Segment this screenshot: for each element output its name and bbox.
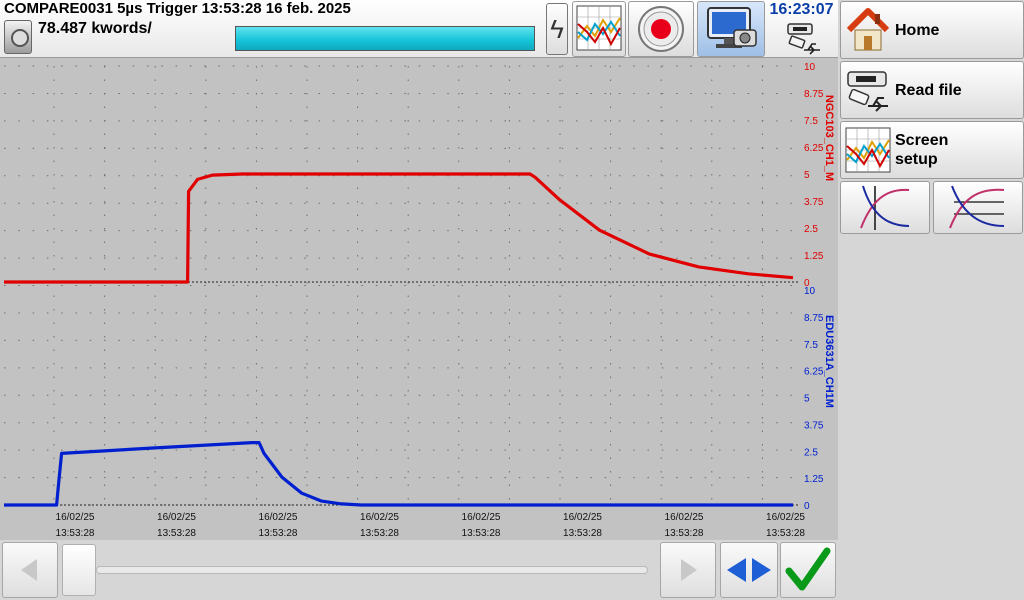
y-tick-label: 7.5	[804, 340, 818, 351]
x-tick-time: 13:53:28	[462, 528, 501, 539]
usb-drive-icon	[847, 71, 888, 112]
x-tick-date: 16/02/25	[665, 512, 704, 523]
y-tick-label: 5	[804, 170, 810, 181]
cursor-mode-button[interactable]	[840, 181, 930, 234]
x-tick-date: 16/02/25	[157, 512, 196, 523]
right-sidebar: Home Read file Screen setup	[838, 0, 1024, 600]
disk-icon	[4, 20, 32, 54]
record-button[interactable]	[628, 1, 694, 57]
bottom-bar	[0, 540, 838, 600]
arrow-right-icon	[681, 559, 697, 581]
x-tick-date: 16/02/25	[56, 512, 95, 523]
y-tick-label: 2.5	[804, 447, 818, 458]
record-icon	[638, 6, 684, 52]
home-icon	[846, 8, 890, 51]
scrollbar-track[interactable]	[96, 566, 648, 574]
home-button[interactable]: Home	[840, 1, 1024, 59]
zoom-curves-icon	[949, 185, 1005, 229]
y-tick-label: 2.5	[804, 224, 818, 235]
x-tick-time: 13:53:28	[259, 528, 298, 539]
app-window: COMPARE0031 5µs Trigger 13:53:28 16 feb.…	[0, 0, 1024, 600]
left-right-arrows-icon	[727, 558, 771, 582]
y-tick-label: 10	[804, 286, 816, 297]
y-tick-label: 1.25	[804, 251, 824, 262]
y-tick-label: 8.75	[804, 313, 824, 324]
read-file-button[interactable]: Read file	[840, 61, 1024, 119]
channel-name-label: NGC103_CH1_M	[823, 95, 835, 181]
x-tick-date: 16/02/25	[360, 512, 399, 523]
screenshot-button[interactable]	[697, 1, 765, 57]
y-tick-label: 8.75	[804, 89, 824, 100]
x-tick-date: 16/02/25	[766, 512, 805, 523]
acquisition-progress-bar	[235, 26, 535, 51]
header-bar: COMPARE0031 5µs Trigger 13:53:28 16 feb.…	[0, 0, 838, 58]
y-tick-label: 5	[804, 394, 810, 405]
cursor-curves-icon	[860, 185, 910, 230]
home-label: Home	[895, 21, 940, 39]
system-clock: 16:23:07	[769, 1, 834, 18]
screenshot-monitor-icon	[707, 7, 757, 48]
y-tick-label: 6.25	[804, 367, 824, 378]
y-tick-label: 3.75	[804, 420, 824, 431]
channel-name-label: EDU3631A_CH1M	[823, 315, 835, 408]
horizontal-shift-button[interactable]	[720, 542, 778, 598]
plot-area[interactable]: 10 8.75 7.5 6.25 5 3.75 2.5 1.25 0 NGC103_CH1_M 10…	[0, 58, 838, 540]
y-tick-label: 7.5	[804, 116, 818, 127]
x-tick-time: 13:53:28	[563, 528, 602, 539]
validate-button[interactable]	[780, 542, 836, 598]
y-tick-label: 1.25	[804, 474, 824, 485]
scrollbar-thumb[interactable]	[62, 544, 96, 596]
x-tick-time: 13:53:28	[665, 528, 704, 539]
y-tick-label: 3.75	[804, 197, 824, 208]
x-tick-date: 16/02/25	[563, 512, 602, 523]
acquisition-title: COMPARE0031 5µs Trigger 13:53:28 16 feb.…	[4, 0, 351, 17]
checkmark-icon	[785, 547, 831, 591]
x-tick-time: 13:53:28	[56, 528, 95, 539]
chart-icon	[576, 5, 622, 51]
scroll-right-button[interactable]	[660, 542, 716, 598]
screen-setup-chart-icon	[845, 127, 891, 173]
read-file-label: Read file	[895, 81, 962, 99]
x-tick-date: 16/02/25	[462, 512, 501, 523]
grid-lines	[4, 65, 798, 506]
arrow-left-icon	[21, 559, 37, 581]
x-tick-time: 13:53:28	[766, 528, 805, 539]
memory-usage-text: 78.487 kwords/	[38, 20, 152, 37]
usb-icon	[787, 23, 820, 55]
y-tick-label: 10	[804, 62, 816, 73]
x-tick-date: 16/02/25	[259, 512, 298, 523]
x-tick-time: 13:53:28	[360, 528, 399, 539]
screen-setup-label: Screen setup	[895, 132, 949, 168]
trace-channel-2[interactable]	[4, 441, 793, 507]
zoom-mode-button[interactable]	[933, 181, 1023, 234]
chart-display-button[interactable]	[572, 1, 626, 57]
y-tick-label: 0	[804, 501, 810, 512]
scroll-left-button[interactable]	[2, 542, 58, 598]
trace-chart[interactable]: 10 8.75 7.5 6.25 5 3.75 2.5 1.25 0 NGC103_CH1_M 10…	[0, 58, 838, 540]
screen-setup-button[interactable]: Screen setup	[840, 121, 1024, 179]
trace-channel-1[interactable]	[4, 172, 794, 284]
y-tick-label: 6.25	[804, 143, 824, 154]
x-tick-time: 13:53:28	[157, 528, 196, 539]
power-lightning-icon: ϟ	[546, 3, 568, 55]
